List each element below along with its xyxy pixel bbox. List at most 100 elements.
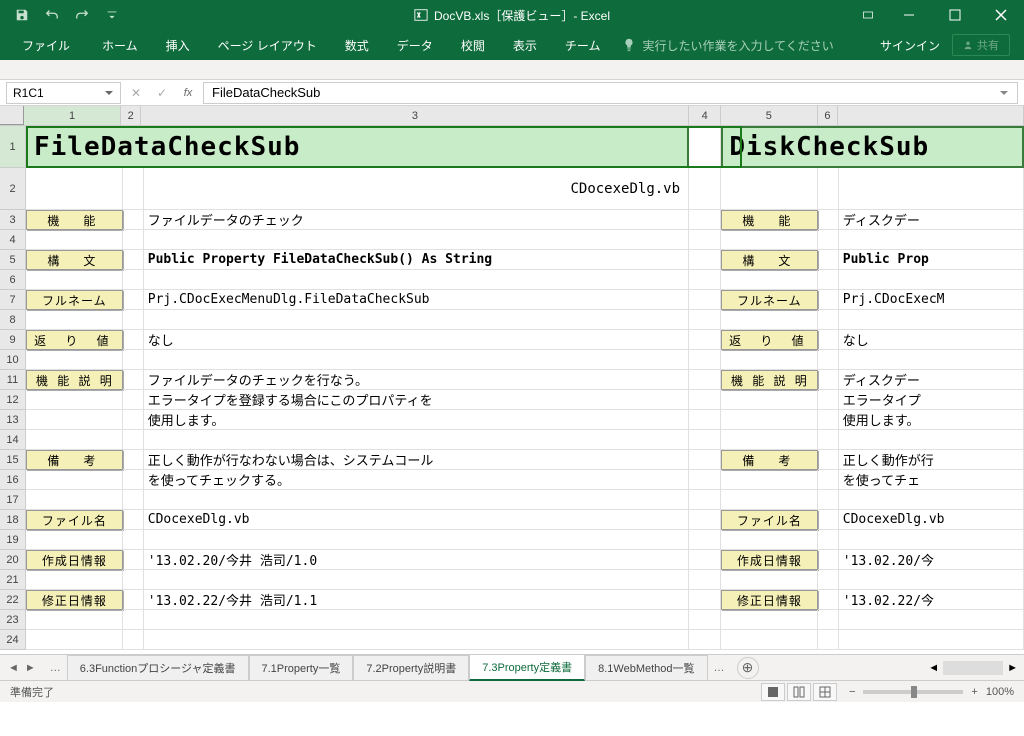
row-header[interactable]: 10 — [0, 350, 26, 370]
cell[interactable] — [721, 610, 818, 630]
cell[interactable] — [689, 630, 721, 650]
cell[interactable] — [721, 430, 818, 450]
cell[interactable]: '13.02.20/今 — [839, 550, 1024, 570]
row-header[interactable]: 12 — [0, 390, 26, 410]
cell[interactable] — [721, 410, 818, 430]
cell[interactable] — [839, 168, 1024, 210]
cell[interactable]: FileDataCheckSub — [26, 126, 689, 168]
tab-team[interactable]: チーム — [551, 30, 615, 60]
row-header[interactable]: 18 — [0, 510, 26, 530]
undo-button[interactable] — [38, 2, 66, 28]
cell[interactable] — [123, 630, 144, 650]
cell[interactable] — [818, 230, 839, 250]
cell[interactable] — [721, 270, 818, 290]
cell[interactable] — [818, 210, 839, 230]
cell[interactable]: 返 り 値 — [26, 330, 123, 350]
cell[interactable] — [818, 168, 839, 210]
cell[interactable]: を使ってチェックする。 — [144, 470, 689, 490]
cell[interactable] — [721, 168, 818, 210]
cell[interactable] — [721, 230, 818, 250]
cell[interactable]: 使用します。 — [839, 410, 1024, 430]
cell[interactable] — [26, 230, 123, 250]
cell[interactable] — [123, 350, 144, 370]
add-sheet-button[interactable]: ⊕ — [737, 657, 759, 679]
row-header[interactable]: 17 — [0, 490, 26, 510]
row-header[interactable]: 24 — [0, 630, 26, 650]
row-header[interactable]: 7 — [0, 290, 26, 310]
minimize-button[interactable] — [886, 0, 932, 30]
tab-view[interactable]: 表示 — [499, 30, 551, 60]
sheet-tab[interactable]: 7.1Property一覧 — [249, 655, 354, 680]
cell[interactable] — [26, 490, 123, 510]
zoom-in-button[interactable]: + — [971, 686, 977, 698]
expand-formula-icon[interactable] — [999, 88, 1009, 98]
cell[interactable]: フルネーム — [26, 290, 123, 310]
sheet-tab-active[interactable]: 7.3Property定義書 — [469, 654, 585, 681]
cell[interactable]: CDocexeDlg.vb — [144, 168, 689, 210]
cell[interactable]: 機 能 — [26, 210, 123, 230]
cell[interactable] — [144, 530, 689, 550]
cell[interactable] — [689, 168, 721, 210]
tab-data[interactable]: データ — [383, 30, 447, 60]
cell[interactable] — [123, 390, 144, 410]
cell[interactable] — [689, 310, 721, 330]
cell[interactable]: ディスクデー — [839, 210, 1024, 230]
cell[interactable] — [26, 530, 123, 550]
cell[interactable] — [721, 350, 818, 370]
cell[interactable] — [123, 610, 144, 630]
row-header[interactable]: 9 — [0, 330, 26, 350]
sign-in-link[interactable]: サインイン — [868, 37, 952, 54]
cell[interactable] — [818, 550, 839, 570]
zoom-out-button[interactable]: − — [849, 686, 855, 698]
hscroll-right[interactable]: ► — [1007, 662, 1018, 674]
cell[interactable] — [123, 570, 144, 590]
cell[interactable] — [689, 350, 721, 370]
cell[interactable]: エラータイプ — [839, 390, 1024, 410]
tab-home[interactable]: ホーム — [88, 30, 152, 60]
cell[interactable] — [689, 210, 721, 230]
cell[interactable] — [123, 210, 144, 230]
ribbon-options-button[interactable] — [850, 0, 886, 30]
cell[interactable]: '13.02.22/今 — [839, 590, 1024, 610]
cell[interactable]: ファイルデータのチェック — [144, 210, 689, 230]
sheet-nav-prev[interactable]: ◄ — [8, 662, 19, 674]
cell[interactable] — [123, 550, 144, 570]
cell[interactable] — [123, 290, 144, 310]
row-header[interactable]: 14 — [0, 430, 26, 450]
cell[interactable] — [818, 250, 839, 270]
row-header[interactable]: 13 — [0, 410, 26, 430]
cell[interactable] — [689, 510, 721, 530]
cell[interactable] — [144, 570, 689, 590]
select-all-corner[interactable] — [0, 106, 24, 125]
cell[interactable] — [818, 510, 839, 530]
cell[interactable] — [123, 530, 144, 550]
cell[interactable] — [818, 410, 839, 430]
cell[interactable]: '13.02.22/今井 浩司/1.1 — [144, 590, 689, 610]
cell[interactable] — [839, 490, 1024, 510]
cell[interactable] — [839, 530, 1024, 550]
cell[interactable] — [818, 610, 839, 630]
cell[interactable] — [689, 270, 721, 290]
cell[interactable] — [689, 590, 721, 610]
sheet-tab[interactable]: 7.2Property説明書 — [353, 655, 469, 680]
cell[interactable] — [839, 630, 1024, 650]
zoom-slider[interactable] — [863, 690, 963, 694]
cell[interactable] — [123, 450, 144, 470]
cell[interactable] — [123, 370, 144, 390]
cell[interactable]: 修正日情報 — [26, 590, 123, 610]
cell[interactable] — [721, 310, 818, 330]
redo-button[interactable] — [68, 2, 96, 28]
cell[interactable] — [689, 470, 721, 490]
cell[interactable] — [26, 350, 123, 370]
cell[interactable] — [818, 470, 839, 490]
cell[interactable]: Public Prop — [839, 250, 1024, 270]
cell[interactable] — [144, 630, 689, 650]
cell[interactable]: なし — [144, 330, 689, 350]
qat-dropdown[interactable] — [98, 2, 126, 28]
col-header-6[interactable]: 6 — [818, 106, 839, 125]
cell[interactable]: DiskCheckSub — [721, 126, 1024, 168]
row-header[interactable]: 1 — [0, 126, 26, 168]
cell[interactable] — [26, 630, 123, 650]
cell[interactable] — [839, 310, 1024, 330]
tab-insert[interactable]: 挿入 — [152, 30, 204, 60]
